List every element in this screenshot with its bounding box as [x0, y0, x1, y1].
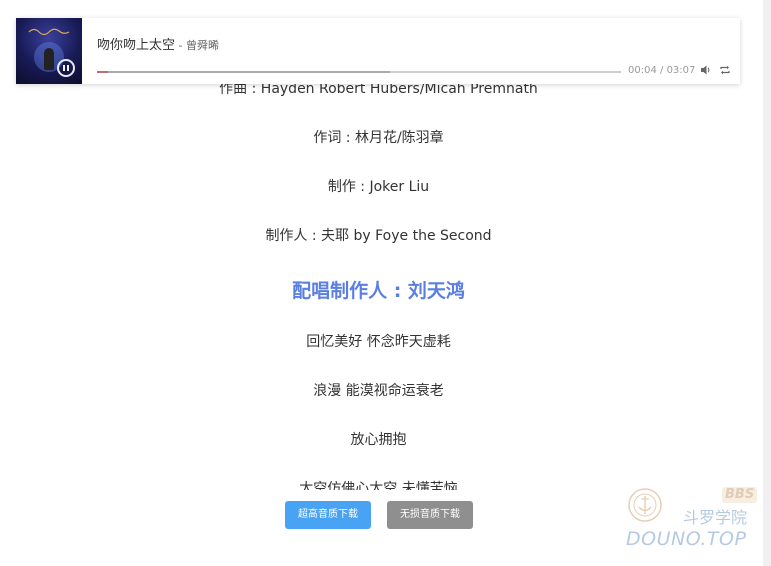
cover-figure — [44, 48, 54, 70]
lyric-line: 浪漫 能漠视命运衰老 — [313, 383, 444, 399]
cover-title-art — [28, 28, 70, 36]
time-display: 00:04 / 03:07 — [628, 65, 695, 76]
time-separator: / — [656, 65, 667, 76]
loop-icon[interactable] — [719, 64, 731, 76]
lossless-download-button[interactable]: 无损音质下载 — [387, 501, 473, 529]
lyric-line-active: 配唱制作人 : 刘天鸿 — [292, 280, 465, 302]
lyric-line: 制作 : Joker Liu — [327, 179, 430, 195]
current-time: 00:04 — [628, 65, 657, 76]
watermark: BBS 斗罗学院 DOUNO.TOP — [622, 484, 762, 556]
emblem-icon — [628, 488, 662, 522]
lyric-line: 放心拥抱 — [350, 432, 407, 448]
album-cover — [16, 18, 82, 84]
duration: 03:07 — [666, 65, 696, 76]
watermark-badge: BBS — [722, 487, 758, 503]
scrollbar[interactable] — [763, 0, 771, 566]
watermark-name: 斗罗学院 — [683, 508, 748, 527]
progress-played — [97, 71, 108, 73]
pause-icon[interactable] — [57, 59, 75, 77]
lyric-line: 作词 : 林月花/陈羽章 — [313, 130, 444, 146]
progress-loaded — [97, 71, 391, 73]
music-player: 吻你吻上太空 - 曾舜晞 00:04 / 03:07 — [16, 18, 740, 84]
lyric-line: 回忆美好 怀念昨天虚耗 — [306, 334, 451, 350]
lyric-line: 制作人 : 夫耶 by Foye the Second — [265, 228, 492, 244]
song-artist: 曾舜晞 — [185, 39, 219, 52]
progress-bar[interactable] — [97, 71, 621, 73]
song-title-block: 吻你吻上太空 - 曾舜晞 — [97, 34, 219, 53]
volume-icon[interactable] — [700, 64, 712, 76]
hq-download-button[interactable]: 超高音质下载 — [285, 501, 371, 529]
song-title: 吻你吻上太空 — [97, 38, 176, 53]
watermark-domain: DOUNO.TOP — [626, 528, 747, 550]
music-page: 作曲 : Hayden Robert Hubers/Micah Premnath… — [0, 0, 771, 566]
artist-separator: - — [175, 39, 186, 52]
